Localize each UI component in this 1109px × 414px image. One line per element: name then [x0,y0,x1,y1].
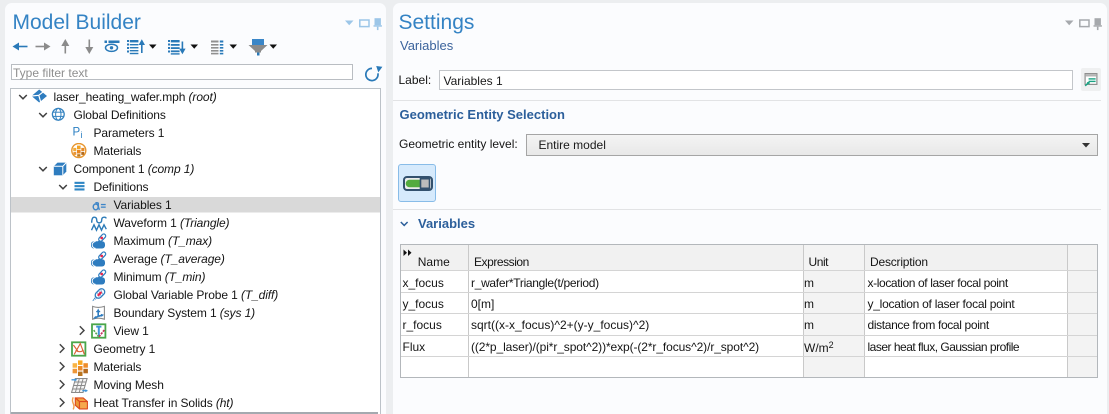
svg-text:i: i [81,130,83,140]
svg-text:P: P [73,126,81,138]
